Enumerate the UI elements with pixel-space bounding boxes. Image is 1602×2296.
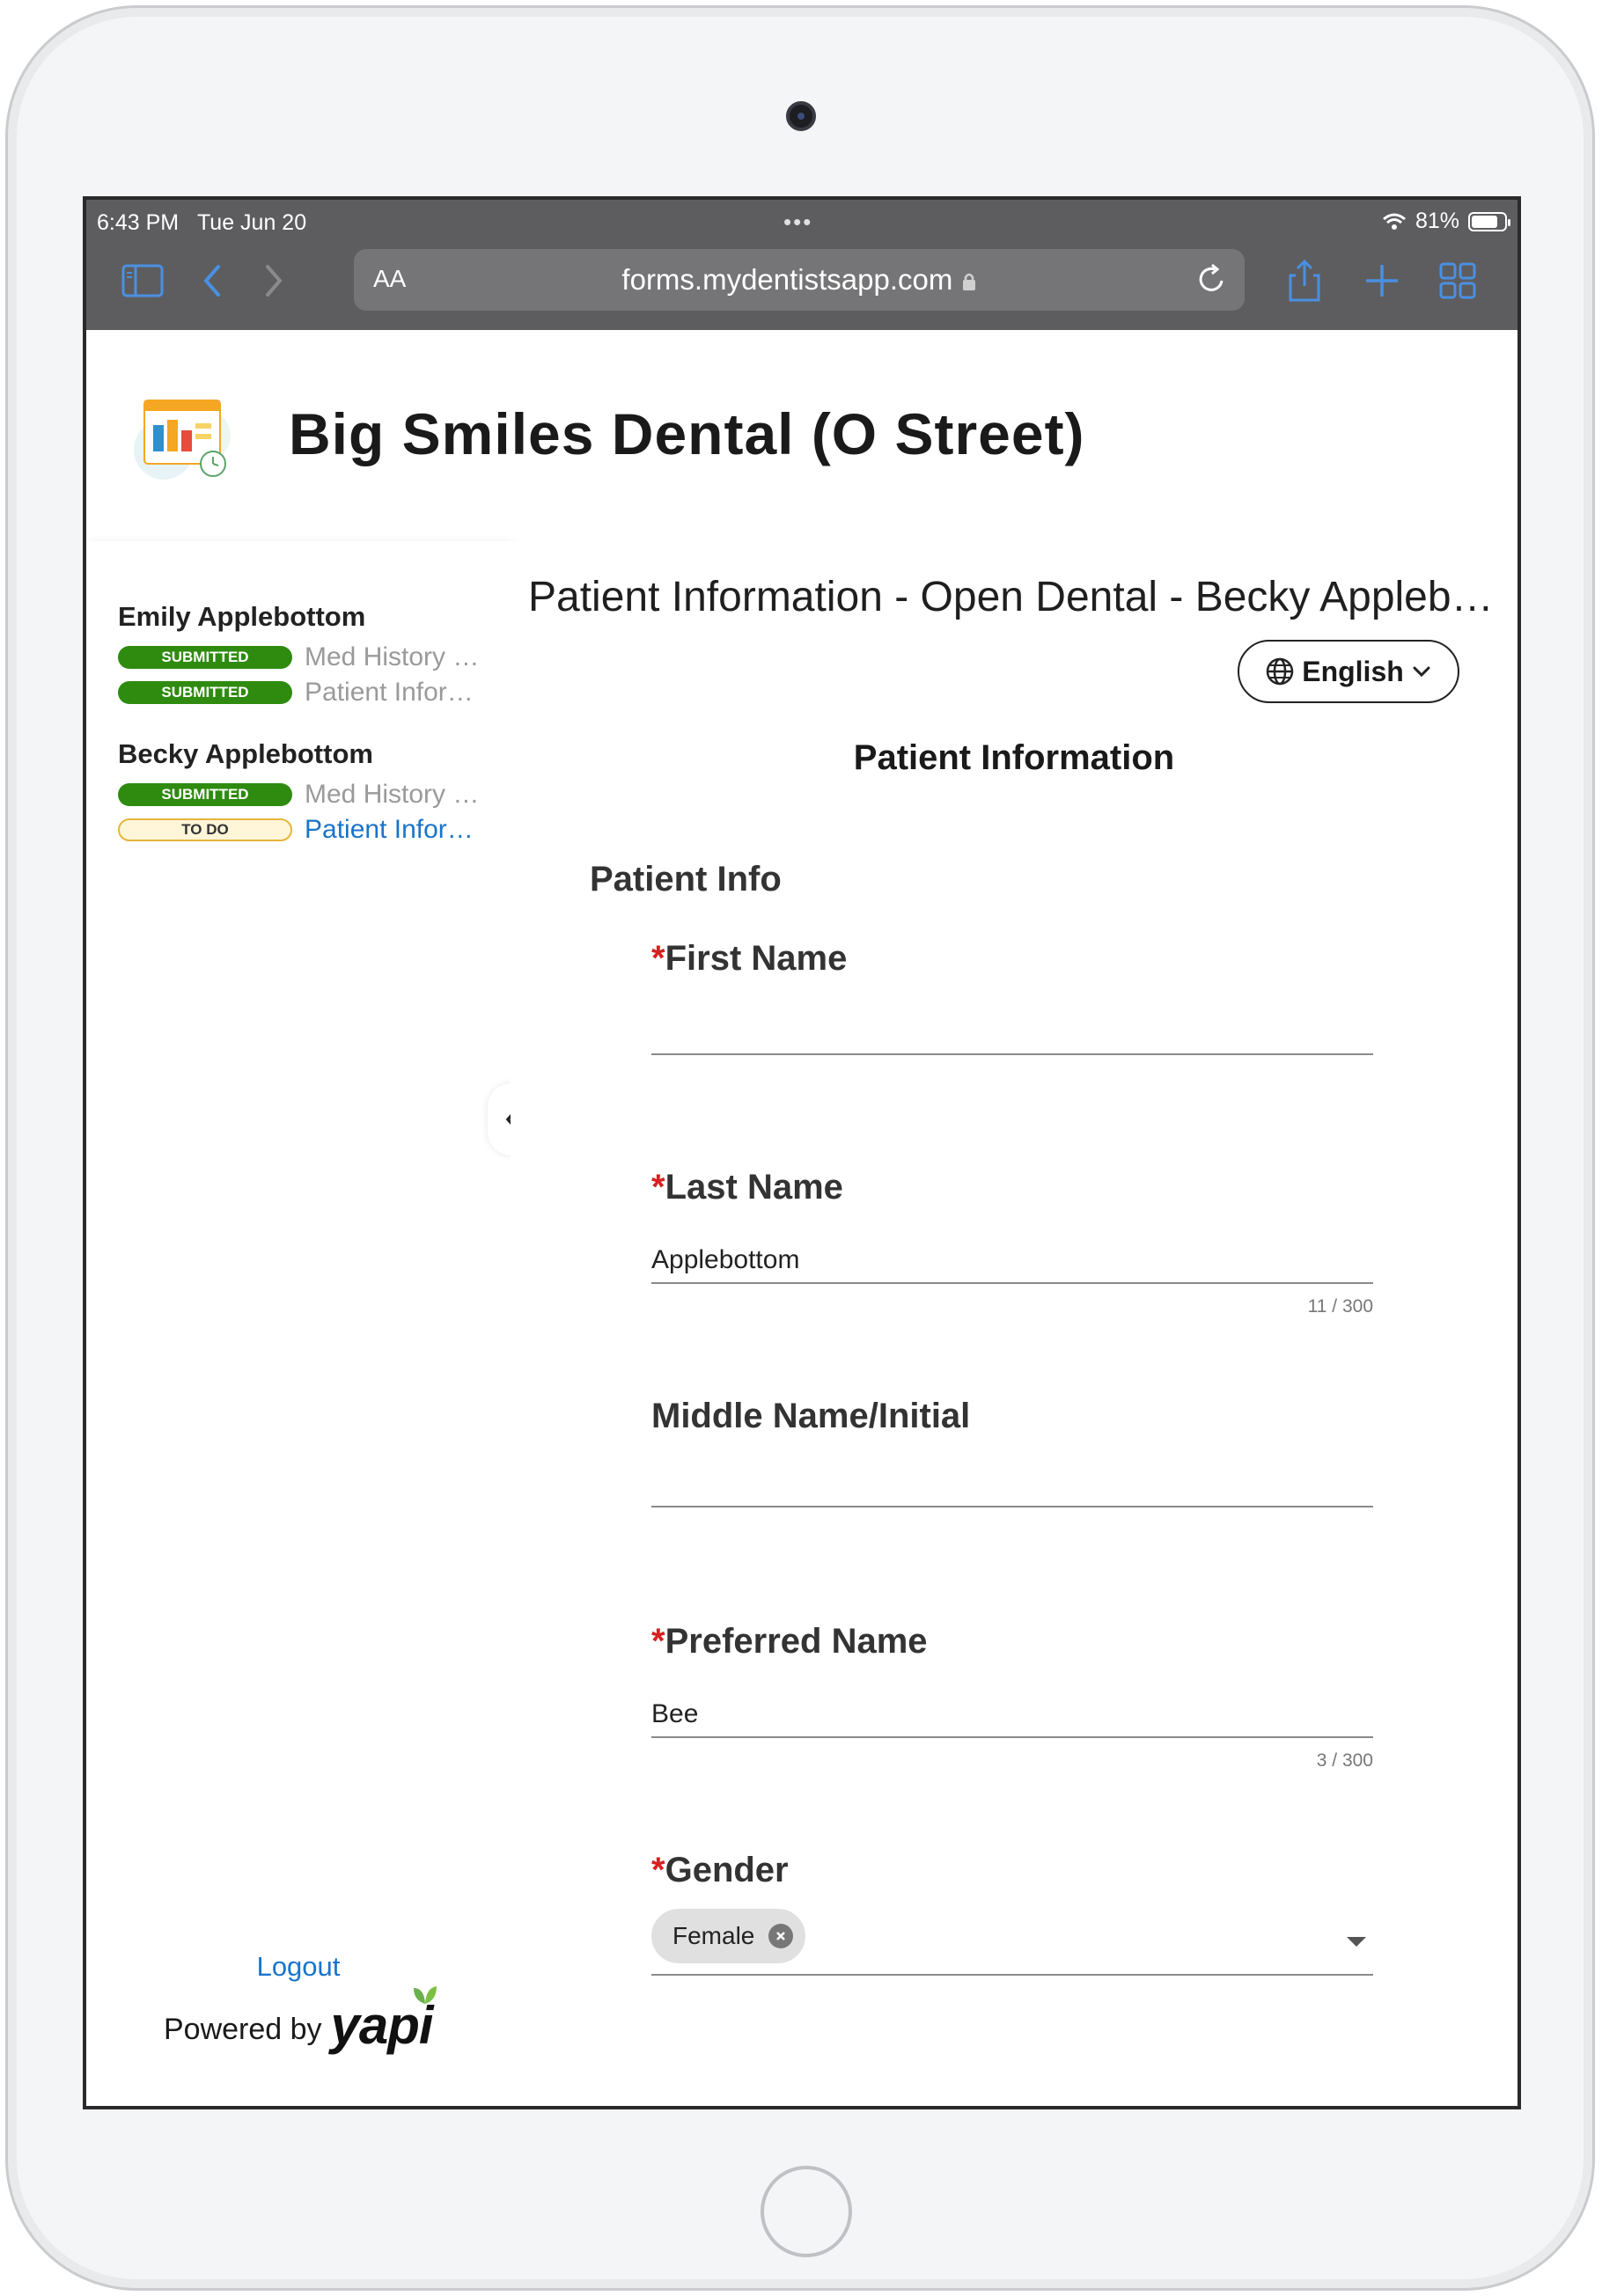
- gender-chip[interactable]: Female: [651, 1909, 806, 1963]
- forward-icon[interactable]: [254, 260, 296, 302]
- input-underline: [651, 1053, 1373, 1055]
- status-badge: SUBMITTED: [118, 783, 292, 806]
- preferred-name-input[interactable]: Bee: [651, 1699, 698, 1729]
- field-label: *Last Name: [651, 1168, 843, 1207]
- home-button[interactable]: [761, 2166, 852, 2257]
- new-tab-icon[interactable]: [1361, 260, 1403, 302]
- clinic-name: Big Smiles Dental (O Street): [289, 401, 1085, 466]
- middle-name-field[interactable]: Middle Name/Initial: [651, 1397, 1373, 1520]
- first-name-field[interactable]: *First Name: [651, 939, 1373, 1062]
- tabs-overview-icon[interactable]: [1437, 260, 1479, 302]
- address-bar[interactable]: AA forms.mydentistsapp.com: [354, 249, 1245, 311]
- character-counter: 11 / 300: [1307, 1296, 1373, 1317]
- battery-percent: 81%: [1415, 209, 1459, 233]
- form-title: Patient Information - Open Dental - Beck…: [528, 574, 1505, 620]
- character-counter: 3 / 300: [1316, 1750, 1373, 1771]
- wifi-icon: [1382, 213, 1406, 230]
- field-label: *Preferred Name: [651, 1622, 928, 1661]
- language-selector[interactable]: English: [1238, 640, 1459, 703]
- sidebar-toggle-icon[interactable]: [121, 260, 164, 302]
- language-label: English: [1302, 655, 1404, 687]
- close-icon[interactable]: [768, 1924, 794, 1948]
- status-indicators: 81%: [1382, 209, 1510, 234]
- field-label: Middle Name/Initial: [651, 1397, 971, 1435]
- group-title: Patient Info: [590, 860, 782, 899]
- screen: 6:43 PM Tue Jun 20 ••• 81% AA forms.myde…: [83, 196, 1521, 2109]
- last-name-field[interactable]: *Last Name Applebottom 11 / 300: [651, 1168, 1373, 1335]
- last-name-input[interactable]: Applebottom: [651, 1245, 799, 1275]
- logout-link[interactable]: Logout: [86, 1951, 511, 1983]
- dropdown-arrow-icon[interactable]: [1347, 1937, 1366, 1947]
- battery-icon: [1468, 211, 1510, 231]
- url-display[interactable]: forms.mydentistsapp.com: [354, 263, 1245, 297]
- multitasking-dots-icon[interactable]: •••: [783, 209, 812, 236]
- input-underline: [651, 1974, 1373, 1976]
- chevron-down-icon: [1413, 666, 1430, 678]
- form-link[interactable]: Med History (A...: [305, 780, 485, 810]
- yapi-logo: yapi: [331, 1986, 437, 2056]
- form-item[interactable]: SUBMITTED Patient Inform...: [118, 678, 485, 708]
- input-underline: [651, 1736, 1373, 1738]
- input-underline: [651, 1282, 1373, 1284]
- form-item[interactable]: SUBMITTED Med History (A...: [118, 780, 485, 810]
- powered-by-label: Powered by: [164, 2013, 322, 2046]
- form-panel: Patient Information - Open Dental - Beck…: [511, 541, 1517, 2106]
- share-icon[interactable]: [1283, 260, 1326, 302]
- status-badge: SUBMITTED: [118, 646, 292, 669]
- front-camera: [786, 101, 816, 131]
- gender-field[interactable]: *Gender Female: [651, 1851, 1373, 1992]
- clinic-logo-icon: [129, 388, 239, 487]
- status-badge: TO DO: [118, 818, 292, 841]
- form-item[interactable]: TO DO Patient Inform...: [118, 815, 485, 845]
- patient-name: Emily Applebottom: [118, 601, 366, 632]
- form-link[interactable]: Patient Inform...: [305, 815, 485, 845]
- section-title: Patient Information: [853, 738, 1175, 777]
- browser-toolbar: 6:43 PM Tue Jun 20 ••• 81% AA forms.myde…: [86, 200, 1517, 330]
- reload-icon[interactable]: [1195, 261, 1229, 301]
- field-label: *Gender: [651, 1851, 789, 1889]
- lock-icon: [962, 274, 975, 291]
- form-link[interactable]: Med History (A...: [305, 642, 485, 672]
- status-badge: SUBMITTED: [118, 681, 292, 704]
- patient-name: Becky Applebottom: [118, 738, 373, 769]
- preferred-name-field[interactable]: *Preferred Name Bee 3 / 300: [651, 1622, 1373, 1789]
- clinic-header: Big Smiles Dental (O Street): [86, 330, 1517, 542]
- powered-by: Powered by yapi: [164, 1986, 437, 2056]
- leaf-icon: [413, 1986, 437, 2004]
- globe-icon: [1266, 657, 1294, 686]
- form-link[interactable]: Patient Inform...: [305, 678, 485, 708]
- form-item[interactable]: SUBMITTED Med History (A...: [118, 642, 485, 672]
- patient-sidebar: Emily Applebottom SUBMITTED Med History …: [86, 541, 511, 2106]
- input-underline: [651, 1506, 1373, 1507]
- field-label: *First Name: [651, 939, 848, 978]
- chip-label: Female: [672, 1922, 755, 1949]
- status-time: 6:43 PM Tue Jun 20: [97, 210, 307, 235]
- back-icon[interactable]: [190, 260, 232, 302]
